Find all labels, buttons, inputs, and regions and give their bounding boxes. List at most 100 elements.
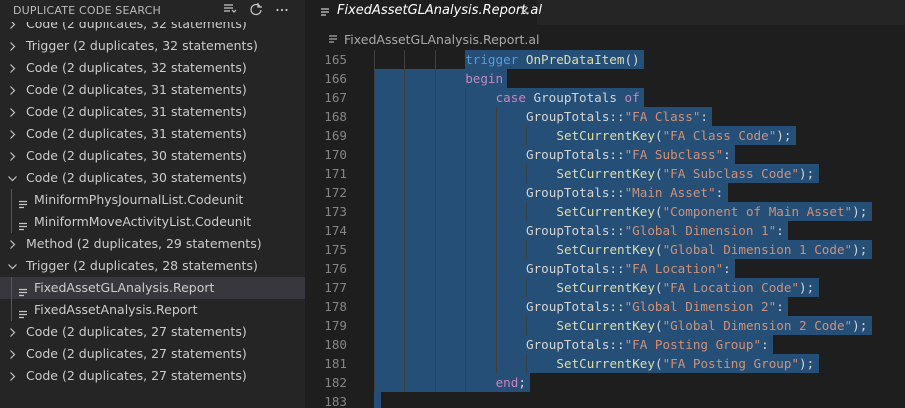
code-line[interactable]: 176 GroupTotals::"FA Location": bbox=[305, 259, 905, 278]
tree-item-file[interactable]: FixedAssetAnalysis.Report bbox=[0, 299, 305, 321]
indent-guide bbox=[465, 88, 467, 107]
code-token: : bbox=[723, 147, 731, 162]
tree-item-group[interactable]: Code (2 duplicates, 30 statements) bbox=[0, 167, 305, 189]
code-line[interactable]: 178 GroupTotals::"Global Dimension 2": bbox=[305, 297, 905, 316]
indent-guide bbox=[434, 88, 436, 107]
tree-item-label: Code (2 duplicates, 32 statements) bbox=[26, 60, 247, 75]
code-token: "Main Asset" bbox=[624, 185, 716, 200]
line-number: 176 bbox=[324, 261, 347, 276]
indent-guide bbox=[465, 335, 467, 354]
indent-guide bbox=[374, 316, 375, 335]
panel-header: DUPLICATE CODE SEARCH bbox=[0, 0, 305, 22]
code-line[interactable]: 171 SetCurrentKey("FA Subclass Code"); bbox=[305, 164, 905, 183]
tree-item-file[interactable]: MiniformMoveActivityList.Codeunit bbox=[0, 211, 305, 233]
refresh-icon[interactable] bbox=[247, 2, 265, 20]
line-number: 172 bbox=[324, 185, 347, 200]
tree-item-group[interactable]: Code (2 duplicates, 30 statements) bbox=[0, 145, 305, 167]
tree-item-group[interactable]: Code (2 duplicates, 31 statements) bbox=[0, 101, 305, 123]
tree-item-group[interactable]: Code (2 duplicates, 31 statements) bbox=[0, 79, 305, 101]
code-token: "Global Dimension 1 Code" bbox=[662, 242, 853, 257]
line-number: 174 bbox=[324, 223, 347, 238]
indent-guide bbox=[526, 164, 527, 183]
tree-item-label: Code (2 duplicates, 27 statements) bbox=[26, 368, 247, 383]
indent-guide bbox=[374, 259, 375, 278]
tree-item-group[interactable]: Code (2 duplicates, 27 statements) bbox=[0, 365, 305, 387]
tree-item-group[interactable]: Code (2 duplicates, 31 statements) bbox=[0, 123, 305, 145]
indent-guide bbox=[465, 240, 467, 259]
tree-item-group[interactable]: Trigger (2 duplicates, 28 statements) bbox=[0, 255, 305, 277]
line-number: 165 bbox=[324, 52, 347, 67]
indent-guide bbox=[495, 259, 497, 278]
code-line[interactable]: 180 GroupTotals::"FA Posting Group": bbox=[305, 335, 905, 354]
line-number: 173 bbox=[324, 204, 347, 219]
indent-guide bbox=[404, 202, 406, 221]
tree-item-group[interactable]: Code (2 duplicates, 27 statements) bbox=[0, 321, 305, 343]
code-line[interactable]: 181 SetCurrentKey("FA Posting Group"); bbox=[305, 354, 905, 373]
tree-item-group[interactable]: Trigger (2 duplicates, 32 statements) bbox=[0, 35, 305, 57]
code-line[interactable]: 172 GroupTotals::"Main Asset": bbox=[305, 183, 905, 202]
code-line[interactable]: 174 GroupTotals::"Global Dimension 1": bbox=[305, 221, 905, 240]
code-token: "FA Posting Group" bbox=[624, 337, 762, 352]
tab-fixedassetglanalysis[interactable]: FixedAssetGLAnalysis.Report.al × bbox=[305, 0, 542, 25]
indent-guide bbox=[374, 240, 375, 259]
code-token: SetCurrentKey bbox=[556, 166, 655, 181]
close-icon[interactable]: × bbox=[519, 4, 530, 19]
indent-guide bbox=[404, 50, 406, 69]
code-token: "FA Subclass" bbox=[624, 147, 724, 162]
indent-guide bbox=[374, 373, 375, 392]
code-line[interactable]: 170 GroupTotals::"FA Subclass": bbox=[305, 145, 905, 164]
code-token: GroupTotals:: bbox=[526, 185, 625, 200]
code-token: GroupTotals:: bbox=[526, 109, 625, 124]
indent-guide bbox=[374, 145, 375, 164]
indent-guide bbox=[434, 335, 436, 354]
code-text: GroupTotals::"FA Location": bbox=[526, 259, 731, 278]
indent-guide bbox=[404, 126, 406, 145]
indent-guide bbox=[526, 354, 527, 373]
breadcrumb-file[interactable]: FixedAssetGLAnalysis.Report.al bbox=[344, 32, 540, 47]
tree-item-group[interactable]: Method (2 duplicates, 29 statements) bbox=[0, 233, 305, 255]
code-token: "FA Class" bbox=[624, 109, 701, 124]
indent-guide bbox=[404, 297, 406, 316]
code-line[interactable]: 173 SetCurrentKey("Component of Main Asse… bbox=[305, 202, 905, 221]
code-line[interactable]: 166 begin bbox=[305, 69, 905, 88]
line-number: 169 bbox=[324, 128, 347, 143]
code-editor[interactable]: 165 trigger OnPreDataItem() 166 begin 167 cas… bbox=[305, 50, 905, 408]
indent-guide bbox=[404, 278, 406, 297]
code-token: ); bbox=[799, 280, 815, 295]
code-line[interactable]: 183 bbox=[305, 392, 905, 408]
tree-item-group[interactable]: Code (2 duplicates, 32 statements) bbox=[0, 57, 305, 79]
indent-guide bbox=[404, 335, 406, 354]
tree-item-file[interactable]: MiniformPhysJournalList.Codeunit bbox=[0, 189, 305, 211]
indent-guide bbox=[404, 164, 406, 183]
more-icon[interactable] bbox=[273, 2, 291, 20]
indent-guide bbox=[495, 164, 497, 183]
code-token: ); bbox=[852, 242, 868, 257]
line-number: 168 bbox=[324, 109, 347, 124]
tree-item-group[interactable]: Code (2 duplicates, 27 statements) bbox=[0, 343, 305, 365]
code-line[interactable]: 168 GroupTotals::"FA Class": bbox=[305, 107, 905, 126]
indent-guide bbox=[526, 202, 527, 221]
code-line[interactable]: 182 end; bbox=[305, 373, 905, 392]
code-line[interactable]: 169 SetCurrentKey("FA Class Code"); bbox=[305, 126, 905, 145]
code-token: "Component of Main Asset" bbox=[662, 204, 853, 219]
code-token: ( bbox=[654, 356, 663, 371]
tree-item-file[interactable]: FixedAssetGLAnalysis.Report bbox=[0, 277, 305, 299]
code-token: SetCurrentKey bbox=[556, 204, 655, 219]
code-text: SetCurrentKey("FA Location Code"); bbox=[556, 278, 814, 297]
code-line[interactable]: 167 case GroupTotals of bbox=[305, 88, 905, 107]
code-token: SetCurrentKey bbox=[556, 356, 655, 371]
indent-guide bbox=[495, 107, 497, 126]
code-line[interactable]: 179 SetCurrentKey("Global Dimension 2 Cod… bbox=[305, 316, 905, 335]
code-line[interactable]: 175 SetCurrentKey("Global Dimension 1 Cod… bbox=[305, 240, 905, 259]
collapse-all-icon[interactable] bbox=[221, 2, 239, 20]
indent-guide bbox=[374, 202, 375, 221]
code-line[interactable]: 165 trigger OnPreDataItem() bbox=[305, 50, 905, 69]
code-token: GroupTotals:: bbox=[526, 261, 625, 276]
list-file-icon bbox=[18, 305, 28, 319]
code-line[interactable]: 177 SetCurrentKey("FA Location Code"); bbox=[305, 278, 905, 297]
code-token: end bbox=[495, 375, 519, 390]
code-token: : bbox=[715, 185, 724, 200]
code-token: ); bbox=[852, 204, 868, 219]
breadcrumb[interactable]: FixedAssetGLAnalysis.Report.al bbox=[305, 28, 905, 50]
tree-item-label: FixedAssetGLAnalysis.Report bbox=[34, 280, 215, 295]
